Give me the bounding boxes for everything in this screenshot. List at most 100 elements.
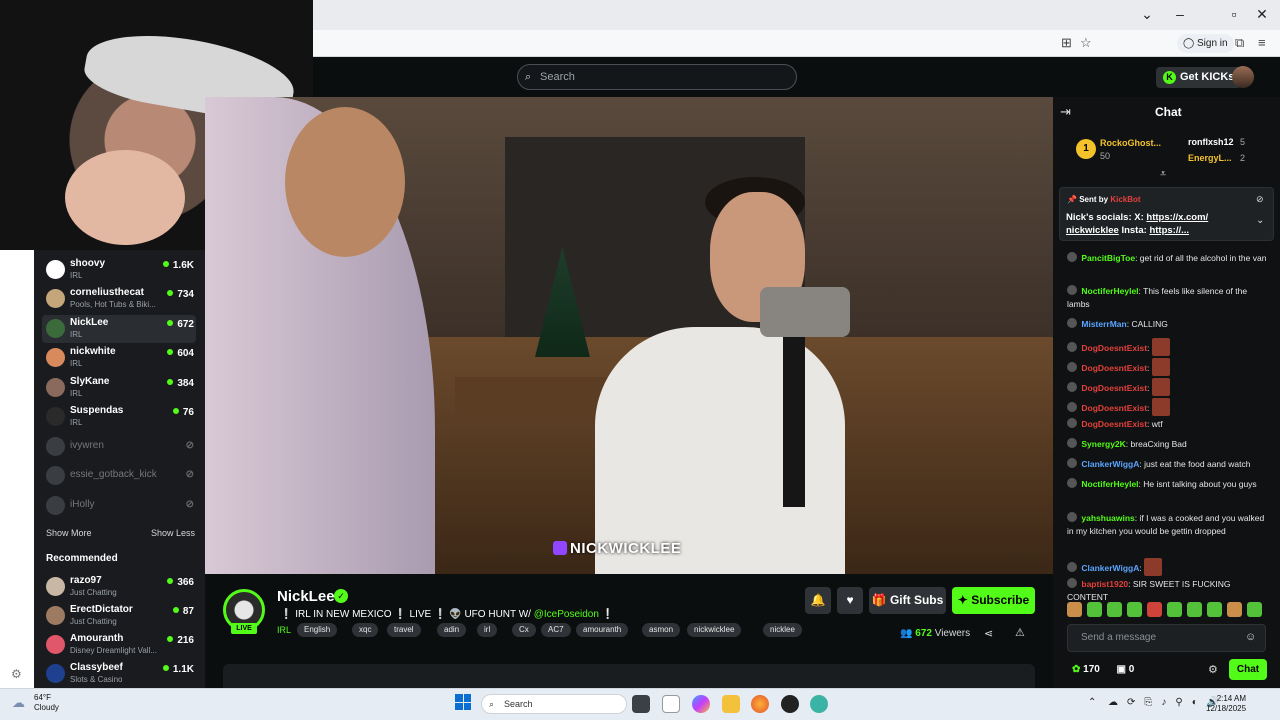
user-avatar[interactable] (1232, 66, 1254, 88)
install-app-icon[interactable]: ⊞ (1061, 35, 1072, 51)
chat-username[interactable]: NoctiferHeylel (1081, 286, 1138, 296)
app-icon[interactable] (810, 695, 828, 713)
emote-shortcut-icon[interactable] (1167, 602, 1182, 617)
task-view-icon[interactable] (632, 695, 650, 713)
sidebar-channel-suspendas[interactable]: Suspendas IRL 76 (42, 403, 196, 431)
emote-shortcut-icon[interactable] (1087, 602, 1102, 617)
sidebar-channel-iholly[interactable]: iHolly ⊘ (42, 492, 196, 520)
sidebar-channel-nickwhite[interactable]: nickwhite IRL 604 (42, 344, 196, 372)
sidebar-channel-slykane[interactable]: SlyKane IRL 384 (42, 374, 196, 402)
obs-icon[interactable] (781, 695, 799, 713)
recommended-channel-amouranth[interactable]: Amouranth Disney Dreamlight Vall... 216 (42, 631, 196, 659)
tray-chevron-up-icon[interactable]: ⌃ (1088, 697, 1096, 708)
tag-xqc[interactable]: xqc (352, 623, 379, 637)
chat-username[interactable]: DogDoesntExist (1081, 383, 1147, 393)
taskbar-search[interactable]: ⌕ Search (481, 694, 627, 714)
title-mention[interactable]: @IcePoseidon (534, 609, 599, 620)
subscribe-button[interactable]: ✦ Subscribe (952, 587, 1035, 614)
taskbar-clock[interactable]: 2:14 AM 12/18/2025 (1206, 694, 1246, 714)
copilot-icon[interactable] (692, 695, 710, 713)
chat-message-input[interactable]: Send a message (1067, 624, 1266, 652)
chat-username[interactable]: DogDoesntExist (1081, 403, 1147, 413)
emote-shortcut-icon[interactable] (1067, 602, 1082, 617)
pin-link-1[interactable]: https://x.com/ (1146, 212, 1208, 223)
emote-shortcut-icon[interactable] (1187, 602, 1202, 617)
settings-gear-icon[interactable]: ⚙ (11, 667, 22, 681)
show-less-button[interactable]: Show Less (151, 528, 195, 538)
chat-username[interactable]: Synergy2K (1081, 439, 1125, 449)
tag-nicklee[interactable]: nicklee (763, 623, 802, 637)
sidebar-channel-shoovy[interactable]: shoovy IRL 1.6K (42, 256, 196, 284)
notification-bell-button[interactable]: 🔔 (805, 587, 831, 614)
minimize-icon[interactable]: – (1170, 6, 1190, 22)
gift-box-icon[interactable]: ▣ (1117, 664, 1126, 675)
sidebar-channel-corneliusthecat[interactable]: corneliusthecat Pools, Hot Tubs & Biki...… (42, 285, 196, 313)
weather-cloud-icon[interactable]: ☁ (12, 695, 25, 711)
menu-icon[interactable]: ≡ (1258, 35, 1266, 50)
chat-username[interactable]: DogDoesntExist (1081, 363, 1147, 373)
pin-link-3[interactable]: https://... (1149, 225, 1189, 236)
emote-shortcut-icon[interactable] (1207, 602, 1222, 617)
chat-username[interactable]: baptist1920 (1081, 579, 1128, 589)
bookmark-star-icon[interactable]: ☆ (1080, 35, 1092, 51)
chat-username[interactable]: PancitBigToe (1081, 253, 1135, 263)
maximize-icon[interactable]: ▫ (1224, 6, 1244, 22)
tag-asmon[interactable]: asmon (642, 623, 681, 637)
leaderboard-expand-icon[interactable]: ⩡ (1160, 168, 1166, 181)
get-kicks-button[interactable]: K Get KICKs (1156, 67, 1242, 88)
chat-send-button[interactable]: Chat (1229, 659, 1267, 680)
show-more-button[interactable]: Show More (46, 528, 92, 538)
emote-shortcut-icon[interactable] (1147, 602, 1162, 617)
tag-irl[interactable]: irl (477, 623, 498, 637)
tag-nickwicklee[interactable]: nickwicklee (687, 623, 742, 637)
chat-settings-gear-icon[interactable]: ⚙ (1208, 663, 1218, 676)
report-warning-icon[interactable]: ⚠ (1015, 626, 1025, 639)
extensions-icon[interactable]: ⧉ (1235, 35, 1244, 51)
pin-link-2[interactable]: nickwicklee (1066, 225, 1119, 236)
file-explorer-icon[interactable] (722, 695, 740, 713)
gift-subs-button[interactable]: 🎁 Gift Subs (869, 587, 946, 614)
chevron-down-icon[interactable]: ⌄ (1256, 215, 1264, 226)
leaderboard-name-3[interactable]: EnergyL... (1188, 153, 1232, 163)
emote-shortcut-icon[interactable] (1127, 602, 1142, 617)
streamer-name[interactable]: NickLee (277, 588, 335, 605)
sidebar-channel-essie_gotback_kick[interactable]: essie_gotback_kick ⊘ (42, 462, 196, 490)
chat-username[interactable]: DogDoesntExist (1081, 343, 1147, 353)
leaderboard-name-1[interactable]: RockoGhost... (1100, 138, 1161, 148)
video-player[interactable] (205, 97, 1053, 574)
tag-ac7[interactable]: AC7 (541, 623, 571, 637)
search-input[interactable]: ⌕ Search (517, 64, 797, 90)
unpin-icon[interactable]: ⊘ (1256, 194, 1264, 205)
chat-username[interactable]: ClankerWiggA (1081, 459, 1139, 469)
tag-amouranth[interactable]: amouranth (576, 623, 629, 637)
sidebar-channel-ivywren[interactable]: ivywren ⊘ (42, 433, 196, 461)
sidebar-channel-nicklee[interactable]: NickLee IRL 672 (42, 315, 196, 343)
share-icon[interactable]: ⋖ (984, 627, 993, 640)
collapse-chat-icon[interactable]: ⇥ (1060, 104, 1071, 120)
tag-cx[interactable]: Cx (512, 623, 536, 637)
tag-travel[interactable]: travel (387, 623, 421, 637)
chat-username[interactable]: DogDoesntExist (1081, 419, 1147, 429)
emoji-picker-icon[interactable]: ☺ (1245, 631, 1256, 643)
tag-adin[interactable]: adin (437, 623, 467, 637)
emote-shortcut-icon[interactable] (1227, 602, 1242, 617)
chat-username[interactable]: MisterrMan (1081, 319, 1126, 329)
sign-in-button[interactable]: ◯ Sign in (1177, 34, 1234, 53)
weather-widget[interactable]: 64°F Cloudy (34, 693, 59, 713)
notepad-icon[interactable] (662, 695, 680, 713)
close-icon[interactable]: ✕ (1252, 6, 1272, 23)
firefox-icon[interactable] (751, 695, 769, 713)
chevron-down-icon[interactable]: ⌄ (1137, 6, 1157, 23)
stream-category[interactable]: IRL (277, 625, 291, 635)
windows-start-icon[interactable] (455, 694, 471, 710)
recommended-channel-razo97[interactable]: razo97 Just Chatting 366 (42, 573, 196, 601)
chat-username[interactable]: ClankerWiggA (1081, 563, 1139, 573)
chat-username[interactable]: yahshuawins (1081, 513, 1134, 523)
emote-shortcut-icon[interactable] (1107, 602, 1122, 617)
kickbot-name[interactable]: KickBot (1110, 195, 1140, 204)
recommended-channel-classybeef[interactable]: Classybeef Slots & Casino 1.1K (42, 660, 196, 688)
recommended-channel-erectdictator[interactable]: ErectDictator Just Chatting 87 (42, 602, 196, 630)
chat-username[interactable]: NoctiferHeylel (1081, 479, 1138, 489)
leaderboard-name-2[interactable]: ronflxsh12 (1188, 137, 1234, 147)
tag-english[interactable]: English (297, 623, 338, 637)
